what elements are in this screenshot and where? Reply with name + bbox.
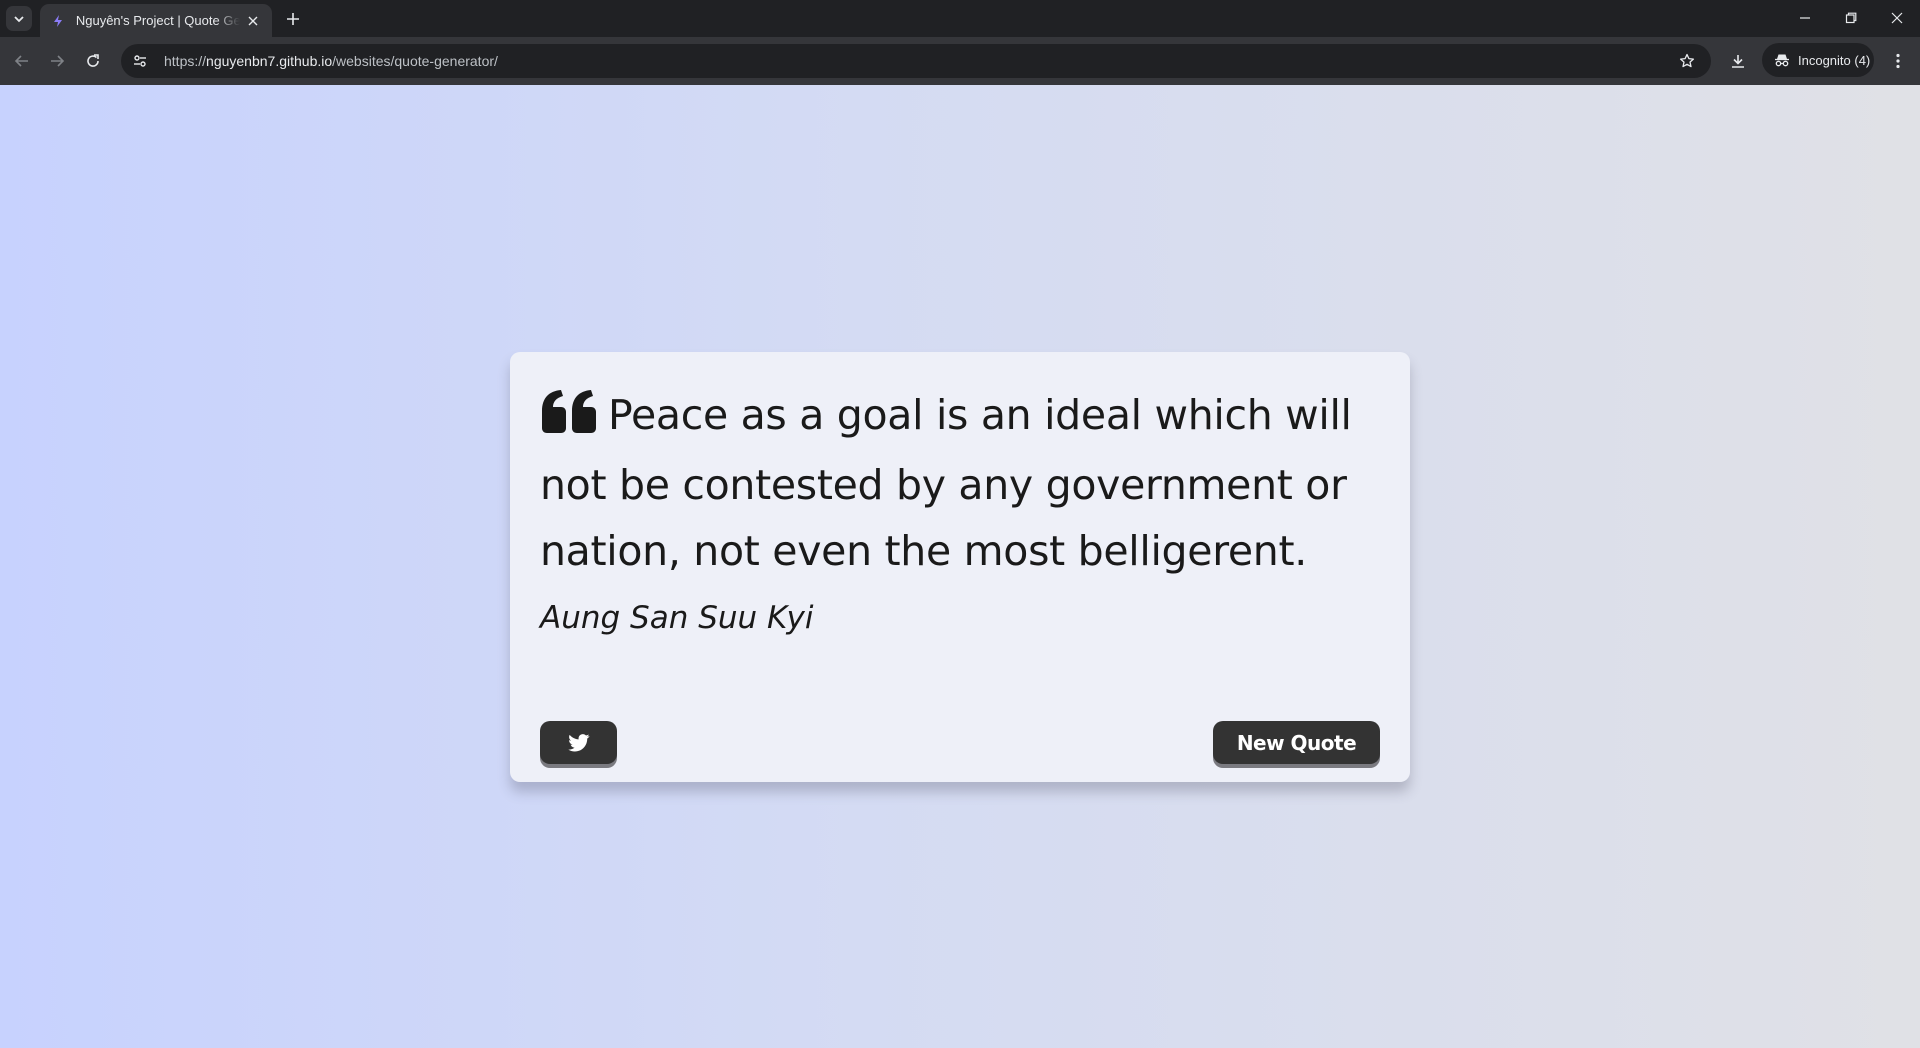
arrow-left-icon <box>14 55 28 67</box>
incognito-icon <box>1775 54 1789 67</box>
new-tab-button[interactable] <box>282 8 304 30</box>
close-icon <box>248 16 258 25</box>
close-icon <box>1891 12 1903 24</box>
incognito-label: Incognito (4) <box>1798 52 1871 68</box>
tab-search-button[interactable] <box>6 6 32 31</box>
quote-container: Peace as a goal is an ideal which will n… <box>510 352 1410 782</box>
address-bar[interactable]: https://nguyenbn7.github.io/websites/quo… <box>121 44 1711 78</box>
restore-icon <box>1845 12 1857 24</box>
bookmark-button[interactable] <box>1675 49 1699 73</box>
star-icon <box>1679 53 1695 68</box>
arrow-right-icon <box>51 55 65 67</box>
incognito-indicator[interactable]: Incognito (4) <box>1762 43 1874 77</box>
downloads-button[interactable] <box>1726 49 1750 73</box>
kebab-menu-icon <box>1896 53 1900 69</box>
site-info-button[interactable] <box>128 49 152 73</box>
minimize-button[interactable] <box>1790 4 1820 32</box>
chevron-down-icon <box>14 15 24 22</box>
reload-button[interactable] <box>81 49 105 73</box>
url-text: https://nguyenbn7.github.io/websites/quo… <box>164 53 498 69</box>
browser-toolbar: https://nguyenbn7.github.io/websites/quo… <box>0 37 1920 85</box>
url-path: /websites/quote-generator/ <box>332 53 498 69</box>
browser-menu-button[interactable] <box>1886 49 1910 73</box>
quote-text-container: Peace as a goal is an ideal which will n… <box>540 382 1380 584</box>
back-button[interactable] <box>10 49 34 73</box>
page-body: Peace as a goal is an ideal which will n… <box>0 85 1920 1048</box>
plus-icon <box>287 13 299 25</box>
active-tab[interactable]: Nguyên's Project | Quote Generator <box>40 4 272 37</box>
button-container: New Quote <box>540 721 1380 765</box>
quote-author: Aung San Suu Kyi <box>540 600 814 636</box>
download-icon <box>1732 55 1744 68</box>
tune-icon <box>134 55 146 67</box>
minimize-icon <box>1800 17 1810 19</box>
tweet-quote-button[interactable] <box>540 721 617 764</box>
twitter-icon <box>567 733 589 751</box>
tab-strip: Nguyên's Project | Quote Generator <box>0 0 1920 37</box>
quote-text: Peace as a goal is an ideal which will n… <box>540 391 1352 575</box>
url-scheme: https:// <box>164 53 207 69</box>
lightning-bolt-icon <box>50 13 66 29</box>
forward-button[interactable] <box>45 49 69 73</box>
new-quote-button[interactable]: New Quote <box>1213 721 1380 764</box>
reload-icon <box>87 54 99 67</box>
tab-title: Nguyên's Project | Quote Generator <box>75 13 241 28</box>
close-tab-button[interactable] <box>244 12 262 30</box>
quote-left-icon <box>540 386 598 452</box>
restore-button[interactable] <box>1836 4 1866 32</box>
url-host: nguyenbn7.github.io <box>206 53 333 69</box>
close-window-button[interactable] <box>1882 4 1912 32</box>
